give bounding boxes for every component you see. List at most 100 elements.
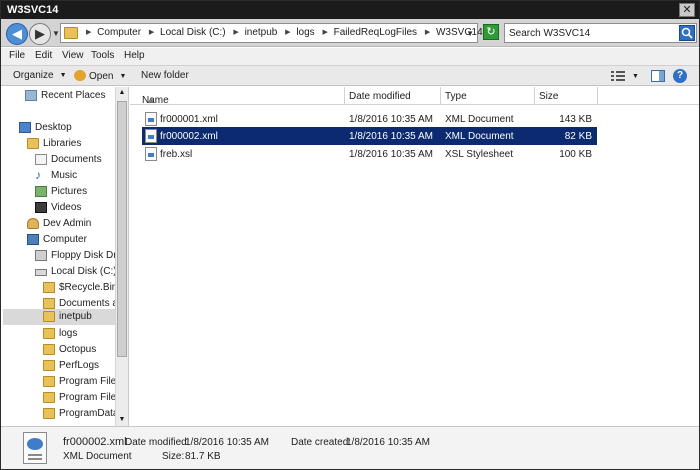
xml-file-icon: [145, 112, 157, 126]
computer-icon: [27, 234, 39, 245]
breadcrumb-computer[interactable]: Computer: [97, 27, 141, 38]
preview-pane-icon[interactable]: [651, 70, 665, 82]
refresh-button[interactable]: ↻: [483, 24, 499, 40]
file-type: XML Document: [445, 131, 514, 142]
menu-tools[interactable]: Tools: [91, 50, 114, 61]
breadcrumb-inetpub[interactable]: inetpub: [245, 27, 278, 38]
details-filename: fr000002.xml: [63, 436, 127, 448]
nav-item-program-files-x86[interactable]: Program Files (: [43, 391, 127, 406]
file-name: fr000002.xml: [160, 131, 218, 142]
file-name: fr000001.xml: [160, 114, 218, 125]
details-type: XML Document: [63, 451, 132, 462]
search-icon[interactable]: [679, 25, 695, 41]
file-row[interactable]: fr000001.xml 1/8/2016 10:35 AM XML Docum…: [142, 110, 597, 128]
title-bar[interactable]: W3SVC14 ✕: [1, 1, 699, 19]
nav-scrollbar[interactable]: ▲ ▼: [115, 87, 128, 426]
menu-help[interactable]: Help: [124, 50, 145, 61]
chevron-right-icon[interactable]: ▶: [285, 28, 290, 36]
chevron-right-icon[interactable]: ▶: [322, 28, 327, 36]
column-divider[interactable]: [344, 87, 345, 105]
nav-item-program-files[interactable]: Program Files: [43, 375, 121, 390]
menu-edit[interactable]: Edit: [35, 50, 52, 61]
nav-item-programdata[interactable]: ProgramData: [43, 407, 118, 422]
column-divider[interactable]: [534, 87, 535, 105]
nav-item-floppy[interactable]: Floppy Disk Drive: [35, 249, 128, 264]
nav-item-videos[interactable]: Videos: [35, 201, 115, 216]
column-type[interactable]: Type: [445, 91, 467, 102]
folder-icon: [43, 311, 55, 322]
details-size-label: Size:: [162, 451, 185, 462]
nav-item-inetpub[interactable]: inetpub: [3, 309, 115, 325]
breadcrumb-failedreqlogfiles[interactable]: FailedReqLogFiles: [334, 27, 417, 38]
nav-item-pictures[interactable]: Pictures: [35, 185, 115, 200]
chevron-right-icon[interactable]: ▶: [86, 28, 91, 36]
view-dropdown-icon[interactable]: ▼: [632, 73, 639, 80]
nav-item-local-disk[interactable]: Local Disk (C:): [35, 265, 117, 280]
nav-item-libraries[interactable]: Libraries: [27, 137, 115, 152]
address-bar[interactable]: ▶ Computer ▶ Local Disk (C:) ▶ inetpub ▶…: [60, 23, 496, 43]
desktop-icon: [19, 122, 31, 133]
open-label: Open: [89, 71, 114, 82]
recent-pages-dropdown-icon[interactable]: ▼: [52, 29, 60, 38]
file-list: Name ▲ Date modified Type Size fr000001.x…: [130, 87, 699, 426]
details-created-value: 1/8/2016 10:35 AM: [346, 437, 430, 448]
file-row[interactable]: freb.xsl 1/8/2016 10:35 AM XSL Styleshee…: [142, 145, 597, 163]
pictures-icon: [35, 186, 47, 197]
help-icon[interactable]: ?: [673, 69, 687, 83]
back-button[interactable]: ◀: [6, 23, 28, 45]
xml-file-large-icon: [23, 432, 47, 464]
breadcrumb-logs[interactable]: logs: [296, 27, 314, 38]
details-size-value: 81.7 KB: [185, 451, 221, 462]
nav-item-recent-places[interactable]: Recent Places: [25, 89, 115, 104]
chevron-right-icon[interactable]: ▶: [149, 28, 154, 36]
folder-icon: [43, 376, 55, 387]
file-size: 143 KB: [559, 114, 592, 125]
view-options-icon[interactable]: [611, 70, 625, 82]
folder-icon: [43, 344, 55, 355]
chevron-right-icon[interactable]: ▶: [425, 28, 430, 36]
breadcrumb-w3svc14[interactable]: W3SVC14: [436, 27, 483, 38]
nav-item-dev-admin[interactable]: Dev Admin: [27, 217, 115, 232]
explorer-window: W3SVC14 ✕ ◀ ▶ ▼ ▶ Computer ▶ Local Disk …: [0, 0, 700, 470]
forward-button[interactable]: ▶: [29, 23, 51, 45]
folder-icon: [43, 360, 55, 371]
details-modified-value: 1/8/2016 10:35 AM: [185, 437, 269, 448]
nav-item-documents[interactable]: Documents: [35, 153, 115, 168]
nav-item-computer[interactable]: Computer: [27, 233, 115, 248]
window-title: W3SVC14: [7, 4, 59, 16]
chevron-down-icon: ▼: [59, 72, 67, 79]
new-folder-button[interactable]: New folder: [141, 70, 189, 81]
open-button[interactable]: Open ▼: [74, 70, 126, 82]
search-input[interactable]: Search W3SVC14: [504, 23, 697, 43]
column-date-modified[interactable]: Date modified: [349, 91, 411, 102]
scrollbar-thumb[interactable]: [117, 101, 127, 357]
details-pane: fr000002.xml Date modified: 1/8/2016 10:…: [1, 426, 699, 469]
nav-item-logs[interactable]: logs: [43, 327, 115, 342]
hard-drive-icon: [35, 269, 47, 276]
locked-folder-icon: [43, 298, 55, 309]
xsl-file-icon: [145, 147, 157, 161]
folder-icon: [43, 328, 55, 339]
column-size[interactable]: Size: [539, 91, 558, 102]
menu-view[interactable]: View: [62, 50, 84, 61]
scroll-up-icon[interactable]: ▲: [116, 87, 128, 99]
nav-item-perflogs[interactable]: PerfLogs: [43, 359, 115, 374]
column-divider[interactable]: [440, 87, 441, 105]
music-icon: ♪: [35, 168, 41, 182]
nav-item-octopus[interactable]: Octopus: [43, 343, 115, 358]
nav-item-desktop[interactable]: Desktop: [19, 121, 115, 136]
address-dropdown-icon[interactable]: ▼: [466, 29, 474, 38]
scroll-down-icon[interactable]: ▼: [116, 414, 128, 426]
nav-item-music[interactable]: ♪ Music: [35, 169, 115, 184]
libraries-icon: [27, 138, 39, 149]
menu-file[interactable]: File: [9, 50, 25, 61]
close-button[interactable]: ✕: [679, 3, 695, 17]
organize-button[interactable]: Organize ▼: [13, 70, 67, 81]
breadcrumb-local-disk[interactable]: Local Disk (C:): [160, 27, 226, 38]
file-row[interactable]: fr000002.xml 1/8/2016 10:35 AM XML Docum…: [142, 127, 597, 145]
nav-item-recycle-bin[interactable]: $Recycle.Bin: [43, 281, 117, 296]
search-placeholder: Search W3SVC14: [509, 28, 591, 39]
chevron-right-icon[interactable]: ▶: [233, 28, 238, 36]
organize-label: Organize: [13, 70, 54, 81]
column-divider[interactable]: [597, 87, 598, 105]
